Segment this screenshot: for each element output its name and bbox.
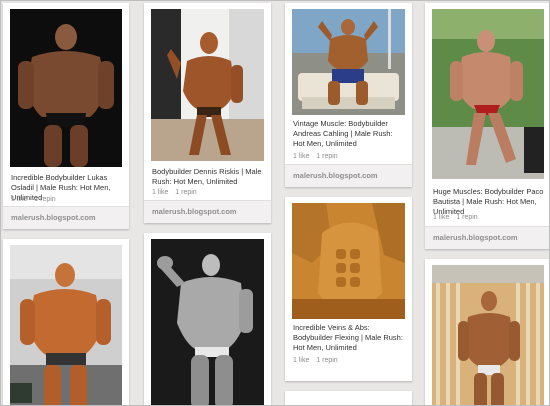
pin-image-bodybuilder[interactable]: [432, 9, 544, 179]
pin-source[interactable]: malerush.blogspot.com: [285, 164, 412, 187]
repin-count[interactable]: 1 repin: [316, 153, 337, 160]
source-domain[interactable]: malerush.blogspot.com: [11, 213, 96, 222]
pin-card[interactable]: Vintage Muscle: Bodybuilder Andreas Cahl…: [285, 3, 412, 187]
pin-card[interactable]: Incredible Veins & Abs: Bodybuilder Flex…: [285, 197, 412, 381]
pin-source[interactable]: malerush.blogspot.com: [144, 200, 271, 223]
pin-image-bodybuilder[interactable]: [151, 9, 264, 161]
repin-count[interactable]: 1 repin: [316, 357, 337, 364]
pin-caption[interactable]: Huge Muscles: Bodybuilder Paco Bautista …: [433, 187, 545, 217]
pin-card[interactable]: Huge Muscles: Bodybuilder Paco Bautista …: [425, 3, 549, 249]
pin-stats: 1 like 1 repin: [293, 153, 343, 160]
pin-source[interactable]: malerush.blogspot.com: [3, 206, 129, 229]
pin-stats: 1 like 1 repin: [293, 357, 343, 364]
pin-card[interactable]: [3, 239, 129, 405]
pin-image-bodybuilder[interactable]: [292, 203, 405, 319]
repin-count[interactable]: 1 repin: [456, 214, 477, 221]
pin-source[interactable]: malerush.blogspot.com: [425, 226, 549, 249]
pin-image-bodybuilder[interactable]: [292, 9, 405, 115]
source-domain[interactable]: malerush.blogspot.com: [433, 233, 518, 242]
repin-count[interactable]: 1 repin: [34, 196, 55, 203]
source-domain[interactable]: malerush.blogspot.com: [152, 207, 237, 216]
like-count[interactable]: 1 like: [293, 357, 309, 364]
pin-caption[interactable]: Vintage Muscle: Bodybuilder Andreas Cahl…: [293, 119, 406, 149]
pin-stats: 1 like 1 repin: [152, 189, 202, 196]
source-domain[interactable]: malerush.blogspot.com: [293, 171, 378, 180]
like-count[interactable]: 1 like: [152, 189, 168, 196]
like-count[interactable]: 1 like: [11, 196, 27, 203]
like-count[interactable]: 1 like: [293, 153, 309, 160]
pin-stats: 1 like 1 repin: [433, 214, 483, 221]
pin-image-bodybuilder[interactable]: [151, 239, 264, 405]
pin-board: Incredible Bodybuilder Lukas Osladil | M…: [0, 0, 550, 406]
pin-image-bodybuilder[interactable]: [10, 245, 122, 405]
pin-card[interactable]: Incredible Bodybuilder Lukas Osladil | M…: [3, 3, 129, 229]
pin-caption[interactable]: Incredible Veins & Abs: Bodybuilder Flex…: [293, 323, 406, 353]
pin-caption[interactable]: Bodybuilder Dennis Riskis | Male Rush: H…: [152, 167, 265, 187]
pin-stats: 1 like 1 repin: [11, 196, 61, 203]
pin-image-bodybuilder[interactable]: [10, 9, 122, 167]
pin-card[interactable]: [285, 391, 412, 405]
pin-card[interactable]: Bodybuilder Dennis Riskis | Male Rush: H…: [144, 3, 271, 223]
repin-count[interactable]: 1 repin: [175, 189, 196, 196]
pin-image-bodybuilder[interactable]: [432, 265, 544, 405]
pin-card[interactable]: [425, 259, 549, 405]
pin-card[interactable]: [144, 233, 271, 405]
like-count[interactable]: 1 like: [433, 214, 449, 221]
